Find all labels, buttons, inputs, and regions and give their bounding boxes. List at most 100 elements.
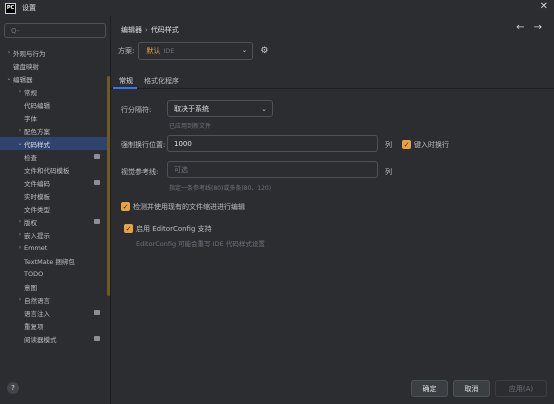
tab-general[interactable]: 常规 [119, 76, 133, 86]
visual-guides-placeholder: 可选 [174, 165, 188, 174]
tree-item-font[interactable]: 字体 [0, 111, 110, 124]
tree-item-label: 配色方案 [24, 127, 50, 136]
app-logo-icon: PC [5, 2, 16, 14]
settings-sidebar: ›外观与行为 键盘映射 ⌄编辑器 ›常规 代码编辑 字体 ›配色方案 ⌄代码样式… [0, 16, 111, 404]
line-separator-label: 行分隔符: [121, 106, 152, 114]
editorconfig-label: 启用 EditorConfig 支持 [136, 225, 212, 233]
title-bar: PC 设置 ✕ [0, 0, 554, 16]
tree-item-label: 版权 [24, 218, 37, 227]
tree-item-label: Emmet [24, 243, 48, 252]
wrap-on-typing-checkbox[interactable]: ✓ [402, 140, 411, 149]
tree-item-label: 文件编码 [24, 179, 50, 188]
back-arrow-icon[interactable]: ← [516, 22, 524, 33]
tree-item-inspections[interactable]: 检查 [0, 150, 110, 163]
tree-item-label: 阅读器模式 [24, 335, 57, 344]
tree-item-keymap[interactable]: 键盘映射 [0, 59, 110, 72]
active-tab-indicator [113, 87, 137, 89]
visual-guides-hint: 指定一条参考线(80)或多条(80、120) [169, 185, 272, 192]
tree-item-language-injections[interactable]: 语言注入 [0, 306, 110, 319]
tree-item-label: TextMate 捆绑包 [24, 257, 75, 266]
visual-guides-unit: 列 [385, 168, 392, 176]
detect-indent-label: 检测并使用现有的文件缩进进行编辑 [133, 203, 245, 211]
forward-arrow-icon[interactable]: → [534, 22, 542, 33]
settings-tree: › 外观与行为 键盘映射 ⌄ 编辑器 › 常规 代码编辑 字体 › 配色方案 ⌄ 代码样式… [0, 46, 110, 345]
scheme-dropdown[interactable]: 默认 IDE ⌄ [138, 42, 254, 60]
tree-item-intentions[interactable]: 意图 [0, 280, 110, 293]
tree-item-label: 嵌入提示 [24, 231, 50, 240]
tree-item-label: 键盘映射 [13, 62, 39, 71]
editorconfig-checkbox[interactable]: ✓ [124, 224, 133, 233]
scheme-value: 默认 [146, 47, 161, 55]
tree-item-code-editing[interactable]: 代码编辑 [0, 98, 110, 111]
search-input[interactable] [11, 26, 91, 35]
tree-item-reader-mode[interactable]: 阅读器模式 [0, 332, 110, 345]
tree-item-duplicates[interactable]: 重复项 [0, 319, 110, 332]
tree-item-label: 字体 [24, 114, 37, 123]
chevron-down-icon: ⌄ [17, 140, 23, 147]
tab-formatter[interactable]: 格式化程序 [144, 76, 179, 86]
tree-item-file-encodings[interactable]: 文件编码 [0, 176, 110, 189]
line-separator-value: 取决于系统 [174, 104, 209, 113]
apply-button[interactable]: 应用(A) [495, 380, 547, 397]
wrap-on-typing-label: 键入时换行 [414, 141, 449, 149]
line-separator-hint: 已应用到新文件 [169, 123, 212, 130]
tree-item-label: 语言注入 [24, 309, 50, 318]
chevron-down-icon: ⌄ [241, 46, 248, 54]
ok-button[interactable]: 确定 [411, 380, 448, 397]
tree-item-natural-languages[interactable]: › 自然语言 [0, 293, 110, 306]
tree-item-inlay-hints[interactable]: › 嵌入提示 [0, 228, 110, 241]
tree-item-label: 常规 [24, 88, 37, 97]
cancel-button[interactable]: 取消 [453, 380, 490, 397]
project-scope-icon [94, 180, 100, 185]
tree-item-label: 编辑器 [13, 75, 33, 84]
chevron-right-icon: › [18, 88, 22, 95]
visual-guides-label: 视觉参考线: [121, 168, 159, 176]
search-box[interactable] [4, 23, 106, 38]
tree-item-code-style[interactable]: ⌄ 代码样式 [0, 137, 110, 150]
tree-item-label: 重复项 [24, 322, 44, 331]
tree-item-label: 检查 [24, 153, 37, 162]
dialog-footer: ? 确定 取消 应用(A) [0, 372, 554, 404]
tree-item-appearance[interactable]: › 外观与行为 [0, 46, 110, 59]
tree-item-label: 自然语言 [24, 296, 50, 305]
hard-wrap-unit: 列 [385, 141, 392, 149]
editorconfig-hint: EditorConfig 可能会重写 IDE 代码样式设置 [136, 240, 265, 248]
detect-indent-checkbox[interactable]: ✓ [121, 202, 130, 211]
tree-item-textmate[interactable]: TextMate 捆绑包 [0, 254, 110, 267]
line-separator-dropdown[interactable]: 取决于系统 ⌄ [167, 100, 273, 117]
tree-item-label: 文件类型 [24, 205, 50, 214]
tree-item-label: TODO [24, 269, 44, 278]
help-icon[interactable]: ? [7, 382, 19, 394]
project-scope-icon [94, 154, 100, 159]
tree-item-copyright[interactable]: › 版权 [0, 215, 110, 228]
hard-wrap-field[interactable]: 1000 [167, 135, 378, 152]
tree-item-todo[interactable]: TODO [0, 267, 110, 280]
tree-item-label: 意图 [24, 283, 37, 292]
sidebar-scrollbar[interactable] [107, 76, 110, 296]
project-scope-icon [94, 336, 100, 341]
scheme-label: 方案: [118, 47, 135, 55]
tree-item-label: 代码样式 [24, 140, 50, 149]
project-scope-icon [94, 219, 100, 224]
close-icon[interactable]: ✕ [540, 1, 548, 12]
hard-wrap-value: 1000 [174, 139, 192, 148]
chevron-down-icon: ⌄ [261, 105, 267, 113]
tree-item-color-scheme[interactable]: › 配色方案 [0, 124, 110, 137]
breadcrumb: 编辑器 › 代码样式 [121, 25, 179, 35]
tree-item-general[interactable]: › 常规 [0, 85, 110, 98]
chevron-right-icon: › [18, 218, 22, 225]
tree-item-editor[interactable]: ⌄ 编辑器 [0, 72, 110, 85]
gear-icon[interactable]: ⚙ [260, 46, 268, 56]
tree-item-file-types[interactable]: 文件类型 [0, 202, 110, 215]
tree-item-file-templates[interactable]: 文件和代码模板 [0, 163, 110, 176]
chevron-right-icon: › [18, 231, 22, 238]
tree-item-emmet[interactable]: › Emmet [0, 241, 110, 254]
tree-item-label: 实时模板 [24, 192, 50, 201]
tree-item-live-templates[interactable]: 实时模板 [0, 189, 110, 202]
tree-item-label: 代码编辑 [24, 101, 50, 110]
visual-guides-field[interactable]: 可选 [167, 161, 378, 178]
tree-item-label: 文件和代码模板 [24, 166, 70, 175]
settings-content: 编辑器 › 代码样式 ← → 方案: 默认 IDE ⌄ ⚙ 常规 格式化程序 行分隔符… [111, 16, 554, 404]
breadcrumb-parent[interactable]: 编辑器 [121, 26, 142, 34]
hard-wrap-label: 强制换行位置: [121, 141, 166, 149]
